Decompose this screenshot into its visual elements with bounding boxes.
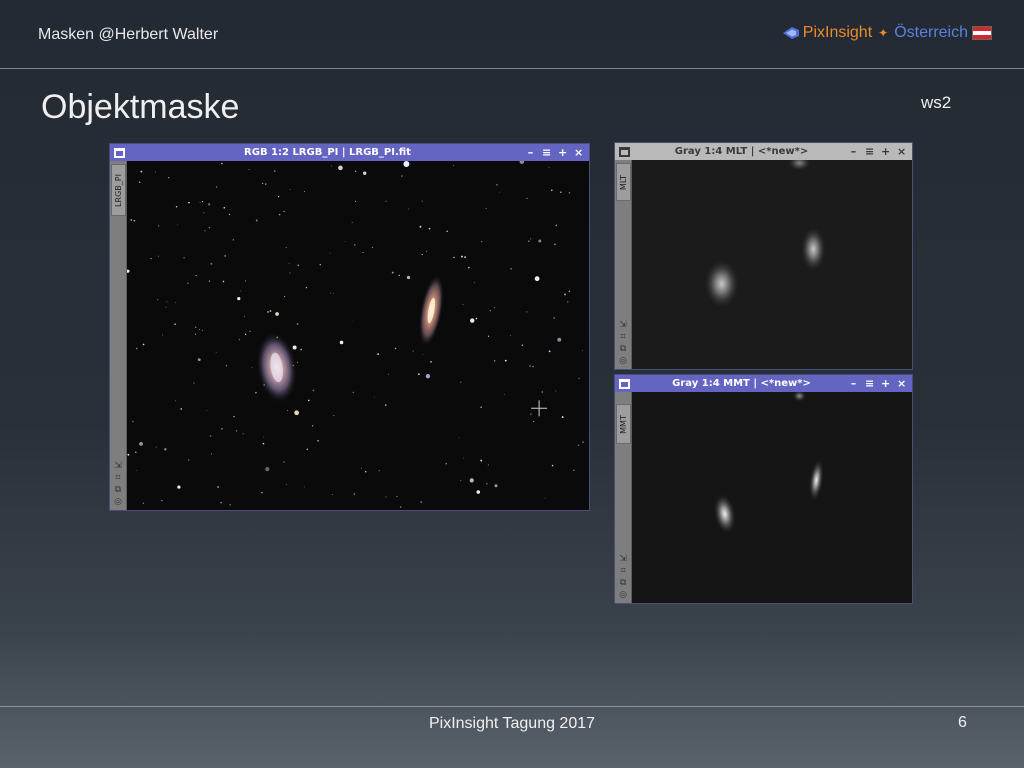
minimize-button[interactable]: –: [849, 378, 858, 389]
window-title-bar[interactable]: Gray 1:4 MLT | <*new*> – ≡ + ×: [615, 143, 912, 160]
clone-icon[interactable]: ⧉: [618, 578, 628, 587]
window-title-bar[interactable]: Gray 1:4 MMT | <*new*> – ≡ + ×: [615, 375, 912, 392]
brand-country: Österreich: [894, 24, 968, 41]
fit-view-icon[interactable]: ⌗: [113, 473, 123, 482]
window-icon[interactable]: [619, 378, 630, 389]
resize-icon[interactable]: ⇲: [618, 320, 628, 329]
mask-icon[interactable]: ◎: [618, 590, 628, 599]
shade-button[interactable]: ≡: [865, 378, 874, 389]
minimize-button[interactable]: –: [849, 146, 858, 157]
window-sidebar: LRGB_PI ⇲ ⌗ ⧉ ◎: [110, 161, 127, 510]
window-icon[interactable]: [114, 147, 125, 158]
footer-divider: [0, 706, 1024, 707]
mask-icon[interactable]: ◎: [618, 356, 628, 365]
mlt-mask-image: [632, 160, 912, 369]
window-sidebar: MMT ⇲ ⌗ ⧉ ◎: [615, 392, 632, 603]
window-sidebar: MLT ⇲ ⌗ ⧉ ◎: [615, 160, 632, 369]
clone-icon[interactable]: ⧉: [618, 344, 628, 353]
maximize-button[interactable]: +: [881, 378, 890, 389]
mmt-mask-image: [632, 392, 912, 603]
maximize-button[interactable]: +: [881, 146, 890, 157]
resize-icon[interactable]: ⇲: [618, 554, 628, 563]
galaxy-field-image: [127, 161, 589, 510]
header-author: Masken @Herbert Walter: [38, 26, 219, 43]
maximize-button[interactable]: +: [558, 147, 567, 158]
view-identifier-label: LRGB_PI: [114, 173, 124, 207]
view-identifier-tab[interactable]: MMT: [616, 404, 631, 444]
austria-flag-icon: [972, 26, 992, 40]
close-button[interactable]: ×: [574, 147, 583, 158]
mmt-mask-canvas[interactable]: [632, 392, 912, 603]
image-window-mlt[interactable]: Gray 1:4 MLT | <*new*> – ≡ + × MLT ⇲ ⌗ ⧉…: [614, 142, 913, 370]
view-identifier-tab[interactable]: MLT: [616, 163, 631, 201]
clone-icon[interactable]: ⧉: [113, 485, 123, 494]
window-title: Gray 1:4 MLT | <*new*>: [674, 146, 809, 157]
window-title: Gray 1:4 MMT | <*new*>: [672, 378, 811, 389]
image-window-mmt[interactable]: Gray 1:4 MMT | <*new*> – ≡ + × MMT ⇲ ⌗ ⧉…: [614, 374, 913, 604]
shade-button[interactable]: ≡: [542, 147, 551, 158]
slide-title: Objektmaske: [41, 88, 240, 126]
close-button[interactable]: ×: [897, 146, 906, 157]
view-identifier-label: MMT: [619, 414, 629, 434]
brand: PixInsight ✦ Österreich: [782, 24, 992, 42]
fit-view-icon[interactable]: ⌗: [618, 566, 628, 575]
resize-icon[interactable]: ⇲: [113, 461, 123, 470]
slide-tag: ws2: [921, 93, 952, 112]
shade-button[interactable]: ≡: [865, 146, 874, 157]
minimize-button[interactable]: –: [526, 147, 535, 158]
header-divider: [0, 68, 1024, 69]
view-identifier-label: MLT: [619, 174, 628, 190]
pixinsight-logo-icon: [782, 27, 799, 39]
fit-view-icon[interactable]: ⌗: [618, 332, 628, 341]
brand-separator-icon: ✦: [878, 26, 889, 40]
mlt-mask-canvas[interactable]: [632, 160, 912, 369]
image-window-main[interactable]: RGB 1:2 LRGB_PI | LRGB_PI.fit – ≡ + × LR…: [109, 143, 590, 511]
window-title: RGB 1:2 LRGB_PI | LRGB_PI.fit: [244, 147, 411, 158]
footer-event: PixInsight Tagung 2017: [428, 715, 596, 732]
brand-name: PixInsight: [802, 24, 873, 41]
mask-icon[interactable]: ◎: [113, 497, 123, 506]
close-button[interactable]: ×: [897, 378, 906, 389]
window-icon[interactable]: [619, 146, 630, 157]
window-title-bar[interactable]: RGB 1:2 LRGB_PI | LRGB_PI.fit – ≡ + ×: [110, 144, 589, 161]
view-identifier-tab[interactable]: LRGB_PI: [111, 164, 126, 216]
page-number: 6: [958, 714, 967, 731]
rgb-image-canvas[interactable]: [127, 161, 589, 510]
